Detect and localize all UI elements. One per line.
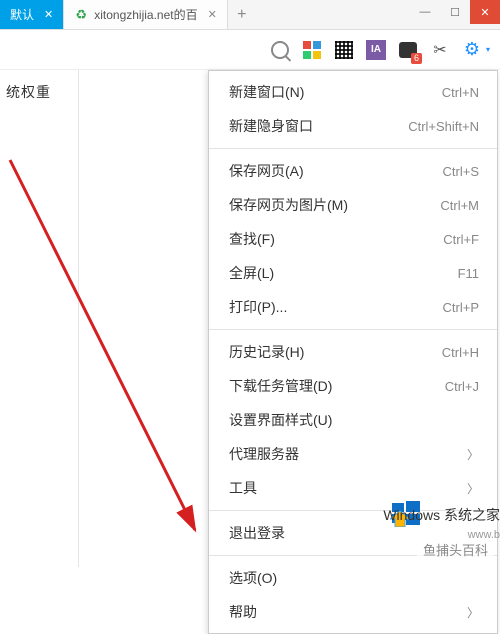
menu-label: 帮助 [229, 602, 257, 622]
tab-inactive[interactable]: ♻ xitongzhijia.net的百 ✕ [64, 0, 228, 29]
close-icon[interactable]: ✕ [44, 8, 53, 21]
divider [78, 70, 79, 567]
sidebar-text: 统权重 [6, 82, 51, 102]
menu-item-find[interactable]: 查找(F) Ctrl+F [209, 222, 497, 256]
menu-item-history[interactable]: 历史记录(H) Ctrl+H [209, 335, 497, 369]
menu-shortcut: Ctrl+M [440, 198, 479, 213]
apps-grid-icon[interactable] [302, 40, 322, 60]
menu-item-new-window[interactable]: 新建窗口(N) Ctrl+N [209, 75, 497, 109]
window-controls: — ☐ ✕ [410, 0, 500, 24]
tab-active-label: 默认 [10, 6, 34, 23]
watermark-text: Windows 系统之家 [383, 505, 500, 525]
menu-label: 全屏(L) [229, 263, 274, 283]
menu-label: 查找(F) [229, 229, 275, 249]
menu-label: 工具 [229, 478, 257, 498]
menu-shortcut: Ctrl+N [442, 85, 479, 100]
search-icon[interactable] [270, 40, 290, 60]
chevron-right-icon: 〉 [467, 480, 479, 497]
menu-item-options[interactable]: 选项(O) [209, 561, 497, 595]
watermark-corner: 鱼捕头百科 [417, 538, 494, 561]
tab-inactive-label: xitongzhijia.net的百 [94, 6, 197, 23]
menu-label: 打印(P)... [229, 297, 287, 317]
notes-icon[interactable]: 6 [398, 40, 418, 60]
menu-item-save-image[interactable]: 保存网页为图片(M) Ctrl+M [209, 188, 497, 222]
menu-label: 退出登录 [229, 523, 285, 543]
qrcode-icon[interactable] [334, 40, 354, 60]
menu-separator [209, 148, 497, 149]
menu-item-ui-style[interactable]: 设置界面样式(U) [209, 403, 497, 437]
tab-strip: 默认 ✕ ♻ xitongzhijia.net的百 ✕ + — ☐ ✕ [0, 0, 500, 30]
settings-gear-icon[interactable]: ⚙ [462, 40, 482, 60]
chevron-right-icon: 〉 [467, 446, 479, 463]
chevron-right-icon: 〉 [467, 604, 479, 621]
close-icon[interactable]: ✕ [208, 8, 217, 21]
minimize-button[interactable]: — [410, 0, 440, 24]
menu-separator [209, 329, 497, 330]
page-area: 统权重 新建窗口(N) Ctrl+N 新建隐身窗口 Ctrl+Shift+N 保… [0, 70, 500, 567]
menu-shortcut: Ctrl+Shift+N [408, 119, 479, 134]
menu-item-downloads[interactable]: 下载任务管理(D) Ctrl+J [209, 369, 497, 403]
menu-label: 代理服务器 [229, 444, 299, 464]
menu-item-fullscreen[interactable]: 全屏(L) F11 [209, 256, 497, 290]
menu-shortcut: Ctrl+P [443, 300, 479, 315]
chevron-down-icon[interactable]: ▾ [486, 45, 490, 54]
menu-item-print[interactable]: 打印(P)... Ctrl+P [209, 290, 497, 324]
notification-badge: 6 [411, 53, 422, 64]
menu-item-help[interactable]: 帮助 〉 [209, 595, 497, 629]
ia-badge-icon[interactable]: IA [366, 40, 386, 60]
new-tab-button[interactable]: + [228, 0, 256, 29]
menu-label: 选项(O) [229, 568, 277, 588]
tab-active[interactable]: 默认 ✕ [0, 0, 64, 29]
recycle-icon: ♻ [74, 8, 88, 22]
menu-label: 保存网页为图片(M) [229, 195, 348, 215]
scissors-icon[interactable]: ✂ [430, 40, 450, 60]
window-close-button[interactable]: ✕ [470, 0, 500, 24]
menu-shortcut: Ctrl+J [445, 379, 479, 394]
menu-item-incognito[interactable]: 新建隐身窗口 Ctrl+Shift+N [209, 109, 497, 143]
annotation-arrow [0, 130, 220, 570]
menu-shortcut: Ctrl+S [443, 164, 479, 179]
menu-item-proxy[interactable]: 代理服务器 〉 [209, 437, 497, 471]
menu-item-tools[interactable]: 工具 〉 [209, 471, 497, 505]
menu-label: 新建隐身窗口 [229, 116, 313, 136]
menu-shortcut: Ctrl+F [443, 232, 479, 247]
menu-shortcut: F11 [458, 266, 479, 281]
maximize-button[interactable]: ☐ [440, 0, 470, 24]
toolbar: IA 6 ✂ ⚙ ▾ [0, 30, 500, 70]
menu-item-save-page[interactable]: 保存网页(A) Ctrl+S [209, 154, 497, 188]
menu-label: 下载任务管理(D) [229, 376, 332, 396]
menu-label: 设置界面样式(U) [229, 410, 332, 430]
menu-label: 新建窗口(N) [229, 82, 304, 102]
menu-shortcut: Ctrl+H [442, 345, 479, 360]
menu-label: 历史记录(H) [229, 342, 304, 362]
menu-label: 保存网页(A) [229, 161, 304, 181]
